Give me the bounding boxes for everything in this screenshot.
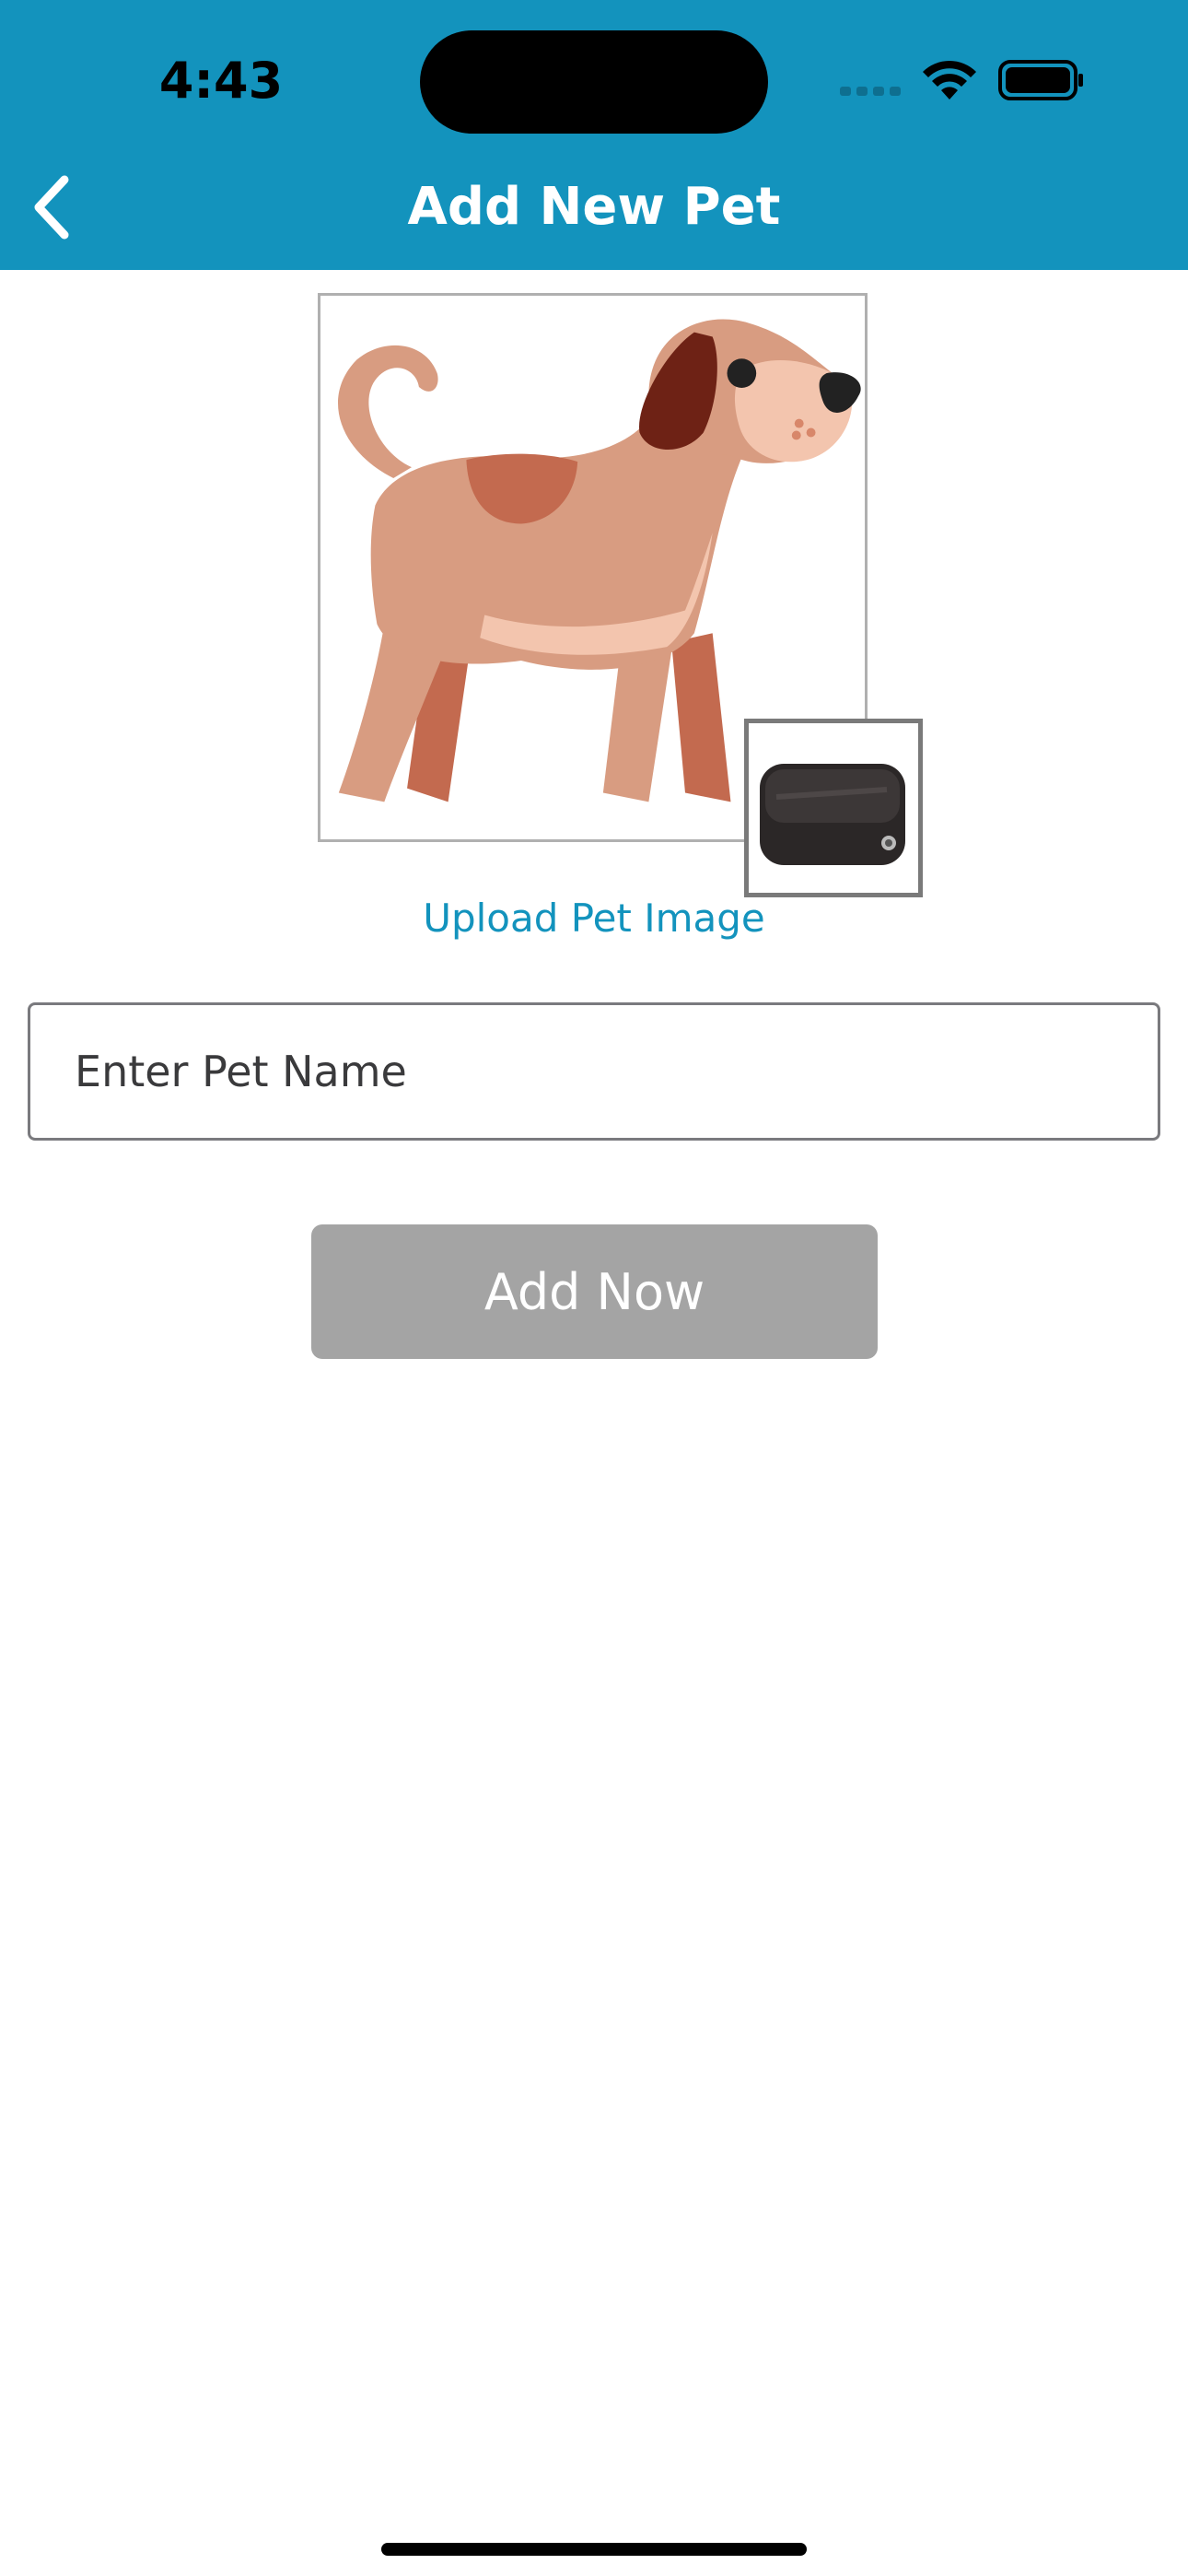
dynamic-island (420, 30, 768, 134)
tracker-device-icon (760, 764, 905, 865)
page-title: Add New Pet (407, 177, 781, 237)
wifi-icon (923, 60, 976, 100)
battery-icon (998, 60, 1083, 100)
app-header: 4:43 Add New Pet (0, 0, 1188, 270)
upload-pet-image-link[interactable]: Upload Pet Image (0, 886, 1188, 951)
signal-icon (840, 87, 901, 96)
device-thumbnail[interactable] (744, 719, 923, 897)
add-now-button[interactable]: Add Now (311, 1224, 878, 1359)
pet-name-input[interactable] (28, 1002, 1160, 1141)
home-indicator (381, 2543, 807, 2556)
status-time: 4:43 (158, 52, 284, 110)
